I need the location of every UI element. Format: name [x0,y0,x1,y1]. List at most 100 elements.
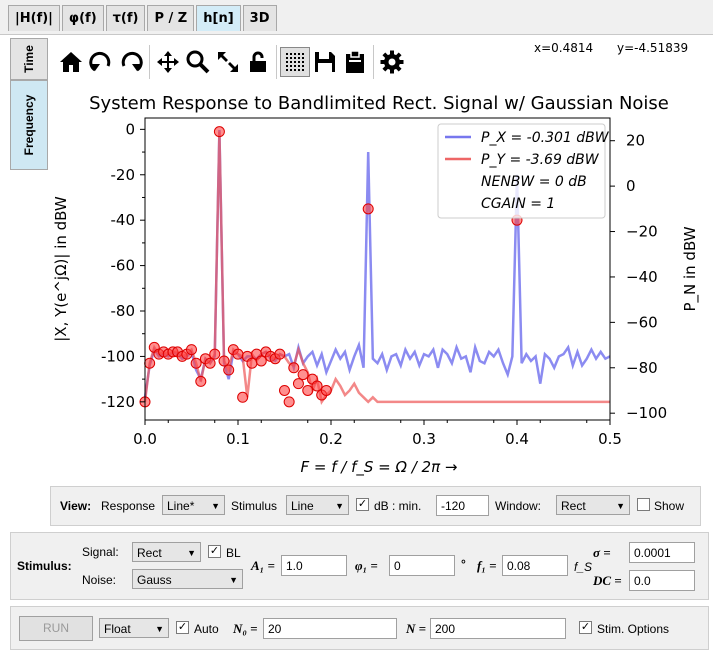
tab-5[interactable]: 3D [242,5,277,31]
response-select[interactable]: Line* ▼ [162,495,225,515]
n0-label: N₀ = [233,621,258,636]
tab-0[interactable]: |H(f)| [8,5,60,31]
spectrum-plot[interactable]: System Response to Bandlimited Rect. Sig… [48,86,710,482]
save-icon[interactable] [310,45,340,79]
f1-input[interactable]: 0.08 [502,555,568,576]
series-y-marker [297,369,309,381]
bl-label: BL [226,546,241,560]
y-right-tick-label: 0 [626,177,636,195]
series-y-marker [255,355,267,367]
show-checkbox[interactable] [637,498,650,511]
series-y-marker [283,396,295,408]
series-y-marker [204,357,216,369]
y-right-axis-label: P_N in dBW [681,226,700,311]
plot-background [48,86,710,482]
degree-label: ° [461,557,466,571]
autoscale-icon[interactable] [213,45,243,79]
n-input[interactable]: 200 [430,618,566,639]
chevron-down-icon: ▼ [211,501,220,511]
view-panel: View: Response Line* ▼ Stimulus Line ▼ ✓ d… [50,486,701,526]
legend-entry: P_X = -0.301 dBW [481,130,610,146]
y-right-tick-label: −40 [626,268,658,286]
auto-checkbox[interactable]: ✓ [176,621,189,634]
y-right-tick-label: 20 [626,132,645,150]
window-select-value: Rect [561,499,586,513]
show-label: Show [654,499,685,513]
series-y-marker [292,378,304,390]
tab-time-label: Time [22,45,36,73]
dc-input[interactable]: 0.0 [629,570,695,591]
series-y-marker [232,348,244,360]
tab-4[interactable]: h[n] [196,5,241,31]
back-icon[interactable] [86,45,116,79]
n0-input[interactable]: 20 [263,618,397,639]
tab-1[interactable]: φ(f) [61,5,104,31]
signal-label: Signal: [82,545,119,559]
clipboard-icon[interactable] [340,45,370,79]
a1-input[interactable]: 1.0 [281,555,347,576]
series-y-marker [311,380,323,392]
tab-2[interactable]: τ(f) [105,5,146,31]
db-min-input[interactable]: -120 [436,495,489,516]
grid-icon[interactable] [280,47,310,77]
y-right-tick-label: −80 [626,359,658,377]
series-y-marker [237,391,249,403]
side-tabs: Time Frequency [10,38,48,170]
forward-icon[interactable] [116,45,146,79]
tab-3[interactable]: P / Z [147,5,195,31]
x-tick-label: 0.3 [412,430,436,448]
sigma-input[interactable]: 0.0001 [629,542,695,563]
series-y-marker [302,384,314,396]
sigma-label: σ = [593,545,611,560]
series-y-marker [218,355,230,367]
signal-select[interactable]: Rect ▼ [132,542,201,562]
noise-label: Noise: [82,573,117,587]
tab-frequency[interactable]: Frequency [10,80,48,170]
stimulus-view-select[interactable]: Line ▼ [286,495,349,515]
plot-toolbar [56,42,407,82]
series-y-marker [279,384,290,396]
coord-y-readout: y=-4.51839 [617,41,689,55]
series-y-marker [190,357,202,369]
noise-select[interactable]: Gauss ▼ [132,569,243,589]
lock-icon[interactable] [243,45,273,79]
db-min-label: dB : min. [374,499,422,513]
toolbar-divider [373,45,374,79]
x-axis-label: F = f / f_S = Ω / 2π → [301,458,458,477]
tab-time[interactable]: Time [10,38,48,80]
series-y-marker [320,384,332,396]
zoom-icon[interactable] [183,45,213,79]
plot-title: System Response to Bandlimited Rect. Sig… [89,93,669,114]
bl-checkbox[interactable]: ✓ [208,545,221,558]
stimulus-view-label: Stimulus [231,499,278,513]
x-tick-label: 0.1 [226,430,250,448]
y-right-tick-label: −100 [626,404,667,422]
series-y-marker [186,344,197,356]
signal-select-value: Rect [137,546,162,560]
n-label: N = [406,621,427,636]
run-button[interactable]: RUN [19,616,93,641]
home-icon[interactable] [56,45,86,79]
phi1-input[interactable]: 0 [389,555,455,576]
chevron-down-icon: ▼ [616,501,625,511]
y-right-tick-label: −60 [626,313,658,331]
dc-label: DC = [593,573,622,588]
pan-icon[interactable] [153,45,183,79]
y-tick-label: 0 [125,120,135,138]
tab-frequency-label: Frequency [22,94,36,156]
stim-options-label: Stim. Options [597,622,670,636]
stim-options-checkbox[interactable]: ✓ [579,621,592,634]
series-y-marker [274,348,286,360]
series-y-marker [144,357,156,369]
window-label: Window: [495,499,542,513]
stimulus-label: Stimulus: [17,559,72,573]
settings-icon[interactable] [377,45,407,79]
legend-entry: NENBW = 0 dB [481,174,587,190]
db-checkbox[interactable]: ✓ [356,498,369,511]
noise-select-value: Gauss [137,573,172,587]
series-y-marker [209,348,221,360]
window-select[interactable]: Rect ▼ [556,495,630,515]
fs-label: f_S [574,560,593,574]
coord-x-readout: x=0.4814 [534,41,594,55]
format-select[interactable]: Float ▼ [99,618,169,638]
